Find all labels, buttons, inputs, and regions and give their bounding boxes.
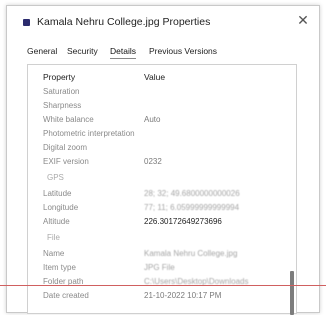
- value-column-header[interactable]: Value: [144, 72, 165, 82]
- table-row[interactable]: Saturation: [28, 87, 296, 99]
- close-button[interactable]: ✕: [295, 12, 311, 28]
- image-file-icon: [23, 19, 30, 26]
- vertical-scrollbar[interactable]: [290, 271, 294, 315]
- table-row[interactable]: Photometric interpretation: [28, 129, 296, 141]
- table-row[interactable]: Item type JPG File: [28, 263, 296, 275]
- divider-line: [0, 285, 326, 286]
- title-bar: Kamala Nehru College.jpg Properties ✕: [7, 6, 319, 38]
- property-column-header[interactable]: Property: [43, 72, 75, 82]
- section-header-file: File: [47, 233, 60, 242]
- properties-dialog: Kamala Nehru College.jpg Properties ✕ Ge…: [6, 5, 320, 315]
- tab-previous-versions[interactable]: Previous Versions: [149, 46, 217, 56]
- tab-details[interactable]: Details: [110, 46, 136, 59]
- table-row[interactable]: Folder path C:\Users\Desktop\Downloads: [28, 277, 296, 289]
- tab-security[interactable]: Security: [67, 46, 98, 56]
- table-row[interactable]: Longitude 77; 11; 6.05999999999994: [28, 203, 296, 215]
- table-row[interactable]: Date created 21-10-2022 10:17 PM: [28, 291, 296, 303]
- table-row[interactable]: Altitude 226.30172649273696: [28, 217, 296, 229]
- window-title: Kamala Nehru College.jpg Properties: [37, 16, 211, 28]
- table-row[interactable]: Name Kamala Nehru College.jpg: [28, 249, 296, 261]
- table-row[interactable]: Sharpness: [28, 101, 296, 113]
- table-row[interactable]: Latitude 28; 32; 49.6800000000026: [28, 189, 296, 201]
- table-row[interactable]: White balance Auto: [28, 115, 296, 127]
- table-row[interactable]: EXIF version 0232: [28, 157, 296, 169]
- section-header-gps: GPS: [47, 173, 64, 182]
- table-row[interactable]: Digital zoom: [28, 143, 296, 155]
- tab-general[interactable]: General: [27, 46, 57, 56]
- details-panel: Property Value Saturation Sharpness Whit…: [27, 64, 297, 315]
